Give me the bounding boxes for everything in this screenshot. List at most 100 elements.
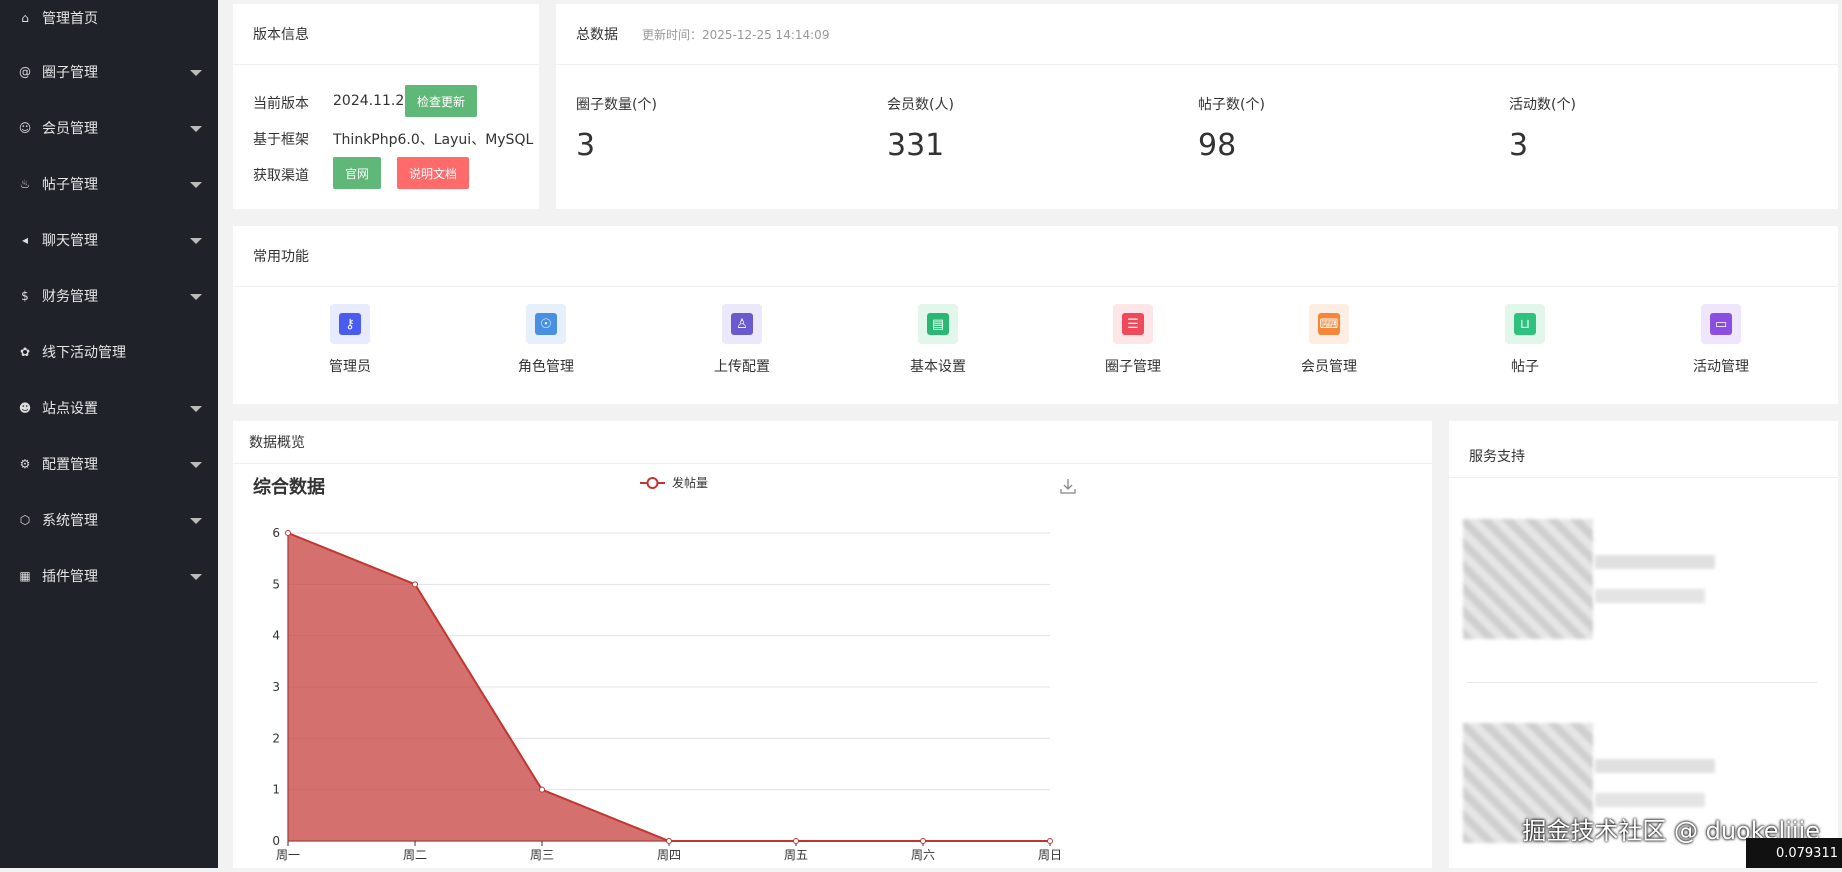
chevron-down-icon <box>190 70 202 76</box>
chevron-down-icon <box>190 182 202 188</box>
sidebar-item-8[interactable]: ⚙ 配置管理 <box>0 436 218 492</box>
function-code-window[interactable]: ⌨ 会员管理 <box>1269 304 1389 376</box>
version-card-title: 版本信息 <box>233 4 539 65</box>
y-tick-label: 6 <box>272 526 280 540</box>
code-window-icon: ⌨ <box>1309 304 1349 344</box>
card-icon: ▭ <box>1701 304 1741 344</box>
current-version-value: 2024.11.24 <box>333 93 414 109</box>
data-point <box>793 838 799 844</box>
gear-icon: ⚙ <box>19 457 31 471</box>
function-label: 帖子 <box>1511 359 1539 375</box>
sidebar-item-2[interactable]: ☺ 会员管理 <box>0 100 218 156</box>
speaker-icon: ◂ <box>21 233 29 247</box>
stat-activities-value: 3 <box>1509 128 1529 163</box>
overview-chart: 0 1 2 3 4 5 6 周一 周二 周三 周四 周五 周六 周日 发帖量 <box>272 475 1062 862</box>
function-role[interactable]: ☉ 角色管理 <box>486 304 606 376</box>
framework-value: ThinkPhp6.0、Layui、MySQL <box>333 132 534 148</box>
sidebar-item-10[interactable]: ▦ 插件管理 <box>0 548 218 604</box>
home-icon: ⌂ <box>21 11 29 25</box>
sidebar-item-3[interactable]: ♨ 帖子管理 <box>0 156 218 212</box>
panda-icon: ☻ <box>18 401 32 415</box>
book-icon: ▤ <box>918 304 958 344</box>
function-label: 活动管理 <box>1693 359 1749 375</box>
sidebar: ⌂ 管理首页 @ 圈子管理 ☺ 会员管理 ♨ 帖子管理 ◂ 聊天管理 $ 财务管理 ✿ 线下活动管理 ☻ 站点… <box>0 0 218 868</box>
fps-counter: 0.079311 <box>1746 838 1842 868</box>
chevron-down-icon <box>190 126 202 132</box>
function-card[interactable]: ▭ 活动管理 <box>1661 304 1781 376</box>
sidebar-item-label: 线下活动管理 <box>42 345 126 361</box>
chevron-down-icon <box>190 462 202 468</box>
data-point <box>412 581 418 588</box>
sidebar-item-6[interactable]: ✿ 线下活动管理 <box>0 324 218 380</box>
upload-icon: ♙ <box>722 304 762 344</box>
y-tick-label: 4 <box>272 629 280 643</box>
check-update-button[interactable]: 检查更新 <box>405 85 477 117</box>
sidebar-item-9[interactable]: ⬡ 系统管理 <box>0 492 218 548</box>
data-point <box>285 530 291 536</box>
function-book[interactable]: ▤ 基本设置 <box>878 304 998 376</box>
service-blur-text-2 <box>1595 589 1705 603</box>
function-admin[interactable]: ⚷ 管理员 <box>290 304 410 376</box>
role-icon: ☉ <box>526 304 566 344</box>
x-tick-label: 周四 <box>657 848 681 862</box>
chevron-down-icon <box>190 238 202 244</box>
windows-icon: ▦ <box>19 569 31 583</box>
data-point <box>539 786 545 793</box>
chevron-down-icon <box>190 406 202 412</box>
docs-button[interactable]: 说明文档 <box>397 157 469 189</box>
qr-code-image-1 <box>1463 519 1593 639</box>
stat-members-value: 331 <box>887 128 945 163</box>
admin-icon: ⚷ <box>330 304 370 344</box>
sidebar-item-label: 管理首页 <box>42 11 98 27</box>
function-server[interactable]: ☰ 圈子管理 <box>1073 304 1193 376</box>
service-blur-text-3 <box>1595 759 1715 773</box>
cube-icon: ⬡ <box>19 513 31 527</box>
chart-area: 0 1 2 3 4 5 6 周一 周二 周三 周四 周五 周六 周日 发帖量 <box>240 458 1100 868</box>
fire-icon: ♨ <box>19 177 31 191</box>
totals-card-header: 总数据 更新时间：2025-12-25 14:14:09 <box>556 4 1838 65</box>
data-point <box>666 838 672 844</box>
stat-members-label: 会员数(人) <box>887 97 954 113</box>
function-label: 会员管理 <box>1301 359 1357 375</box>
framework-label: 基于框架 <box>253 132 309 148</box>
service-card: 服务支持 <box>1449 421 1838 868</box>
sidebar-item-4[interactable]: ◂ 聊天管理 <box>0 212 218 268</box>
function-label: 基本设置 <box>910 359 966 375</box>
sidebar-item-label: 插件管理 <box>42 569 98 585</box>
x-tick-label: 周三 <box>530 848 554 862</box>
sidebar-item-label: 聊天管理 <box>42 233 98 249</box>
function-label: 管理员 <box>329 359 371 375</box>
service-blur-text-1 <box>1595 555 1715 569</box>
y-tick-label: 1 <box>272 783 280 797</box>
service-title: 服务支持 <box>1449 421 1838 478</box>
sidebar-item-label: 财务管理 <box>42 289 98 305</box>
at-icon: @ <box>19 65 31 79</box>
channel-label: 获取渠道 <box>253 168 309 184</box>
function-bag[interactable]: ⊔ 帖子 <box>1465 304 1585 376</box>
official-site-button[interactable]: 官网 <box>333 157 381 189</box>
stat-posts-label: 帖子数(个) <box>1198 97 1265 113</box>
sidebar-item-7[interactable]: ☻ 站点设置 <box>0 380 218 436</box>
sidebar-item-label: 站点设置 <box>42 401 98 417</box>
data-point <box>920 838 926 844</box>
x-tick-label: 周日 <box>1038 848 1062 862</box>
x-tick-label: 周一 <box>276 848 300 862</box>
stat-posts-value: 98 <box>1198 128 1237 163</box>
sidebar-item-5[interactable]: $ 财务管理 <box>0 268 218 324</box>
x-tick-label: 周六 <box>911 848 935 862</box>
server-icon: ☰ <box>1113 304 1153 344</box>
functions-card: 常用功能 ⚷ 管理员 ☉ 角色管理 ♙ 上传配置 ▤ 基本设置 ☰ 圈子管理 ⌨ 会员管理 ⊔ 帖子 ▭ 活动… <box>233 226 1838 404</box>
x-tick-label: 周五 <box>784 848 808 862</box>
sidebar-item-1[interactable]: @ 圈子管理 <box>0 44 218 100</box>
chevron-down-icon <box>190 574 202 580</box>
totals-card: 总数据 更新时间：2025-12-25 14:14:09 圈子数量(个) 3 会… <box>556 4 1838 209</box>
sidebar-item-label: 系统管理 <box>42 513 98 529</box>
function-label: 角色管理 <box>518 359 574 375</box>
legend-label: 发帖量 <box>672 475 708 490</box>
chevron-down-icon <box>190 518 202 524</box>
function-upload[interactable]: ♙ 上传配置 <box>682 304 802 376</box>
sidebar-item-0[interactable]: ⌂ 管理首页 <box>0 0 218 46</box>
totals-title: 总数据 <box>576 27 618 43</box>
function-label: 圈子管理 <box>1105 359 1161 375</box>
leaf-icon: ✿ <box>19 345 31 359</box>
